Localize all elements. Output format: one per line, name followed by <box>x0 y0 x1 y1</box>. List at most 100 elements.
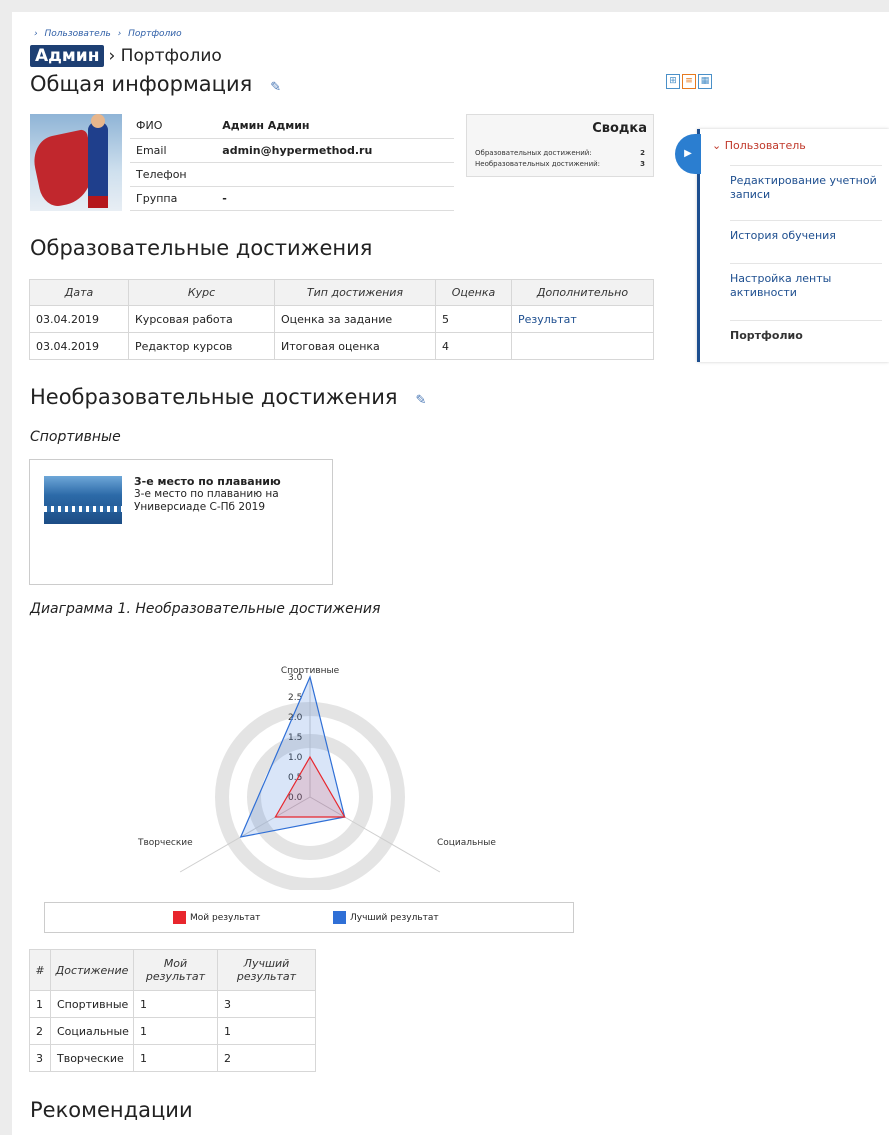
context-sidebar: ▶ ⌄ Пользователь Редактирование учетной … <box>675 129 889 362</box>
achievement-title: 3-е место по плаванию <box>134 475 281 488</box>
radar-category-label: Социальные <box>437 838 496 848</box>
cell: 1 <box>133 990 218 1018</box>
table-row: 1 Спортивные 1 3 <box>29 990 316 1018</box>
chart-legend: Мой результат Лучший результат <box>44 902 574 933</box>
recommendations-heading: Рекомендации <box>30 1098 193 1122</box>
summary-row: Необразовательных достижений: 3 <box>475 160 645 168</box>
info-row: ФИО Админ Админ <box>130 114 454 139</box>
cell: Курсовая работа <box>128 305 275 333</box>
legend-label-mine[interactable]: Мой результат <box>190 913 260 923</box>
info-row: Группа - <box>130 186 454 211</box>
col-course[interactable]: Курс <box>128 279 275 306</box>
breadcrumb-portfolio[interactable]: Портфолио <box>128 29 182 39</box>
chevron-down-icon: ⌄ <box>712 139 722 152</box>
cell: 5 <box>435 305 512 333</box>
col-mine: Мой результат <box>133 949 218 991</box>
info-row: Email admin@hypermethod.ru <box>130 138 454 163</box>
col-grade[interactable]: Оценка <box>435 279 512 306</box>
cell: 1 <box>133 1044 218 1072</box>
cell: 1 <box>29 990 51 1018</box>
diagram-caption: Диаграмма 1. Необразовательные достижени… <box>30 601 381 617</box>
title-separator: › <box>108 46 116 66</box>
info-value <box>216 162 454 187</box>
cell: 2 <box>217 1044 316 1072</box>
col-achievement: Достижение <box>50 949 134 991</box>
edu-heading: Образовательные достижения <box>30 236 373 260</box>
legend-swatch-best <box>333 911 346 924</box>
sidebar-item-edit-account[interactable]: Редактирование учетной записи <box>730 165 882 219</box>
cell: Итоговая оценка <box>274 332 436 360</box>
cell: 3 <box>29 1044 51 1072</box>
nonedu-title: Необразовательные достижения <box>30 385 398 409</box>
sidebar-item-portfolio[interactable]: Портфолио <box>730 320 882 360</box>
achievement-card[interactable]: 3-е место по плаванию 3-е место по плава… <box>29 459 333 585</box>
cell: 4 <box>435 332 512 360</box>
cell <box>511 332 654 360</box>
sidebar-item-history[interactable]: История обучения <box>730 220 882 262</box>
cell: Редактор курсов <box>128 332 275 360</box>
cell: Результат <box>511 305 654 333</box>
pencil-icon[interactable]: ✎ <box>270 80 281 95</box>
general-info-heading: Общая информация ✎ <box>30 72 281 96</box>
info-row: Телефон <box>130 162 454 187</box>
legend-label-best[interactable]: Лучший результат <box>350 913 439 923</box>
table-row: 03.04.2019 Редактор курсов Итоговая оцен… <box>29 332 654 360</box>
info-value: admin@hypermethod.ru <box>216 138 454 163</box>
cell: Спортивные <box>50 990 134 1018</box>
table-header: Дата Курс Тип достижения Оценка Дополнит… <box>29 279 654 306</box>
col-num: # <box>29 949 51 991</box>
info-value: Админ Админ <box>216 114 454 139</box>
sidebar-item-activity-feed[interactable]: Настройка ленты активности <box>730 263 882 319</box>
list-view-icon[interactable]: ≡ <box>682 74 696 89</box>
legend-swatch-mine <box>173 911 186 924</box>
result-link[interactable]: Результат <box>518 313 577 326</box>
radar-category-label: Творческие <box>137 838 193 848</box>
cell: Социальные <box>50 1017 134 1045</box>
info-label: Группа <box>130 186 217 211</box>
user-info-table: ФИО Админ Админ Email admin@hypermethod.ru… <box>130 114 454 211</box>
col-extra: Дополнительно <box>511 279 654 306</box>
cell: 2 <box>29 1017 51 1045</box>
cell: 1 <box>133 1017 218 1045</box>
radar-category-label: Спортивные <box>281 666 340 676</box>
summary-value: 2 <box>640 149 645 157</box>
breadcrumb: › Пользователь › Портфолио <box>34 29 186 39</box>
achievement-image <box>44 476 122 524</box>
tree-view-icon[interactable]: ⊞ <box>666 74 680 89</box>
sidebar-section-label: Пользователь <box>724 139 806 152</box>
cell: Оценка за задание <box>274 305 436 333</box>
results-table: # Достижение Мой результат Лучший резуль… <box>29 949 316 1072</box>
cell: 3 <box>217 990 316 1018</box>
summary-row: Образовательных достижений: 2 <box>475 149 645 157</box>
breadcrumb-sep: › <box>34 29 38 39</box>
info-label: ФИО <box>130 114 217 139</box>
sidebar-section[interactable]: ⌄ Пользователь <box>712 139 806 152</box>
window-left-border <box>0 0 12 1135</box>
page-title: Админ › Портфолио <box>30 45 222 67</box>
cell: 1 <box>217 1017 316 1045</box>
summary-value: 3 <box>640 160 645 168</box>
radar-chart: 0.00.51.01.52.02.53.0 СпортивныеСоциальн… <box>137 666 496 890</box>
title-page: Портфолио <box>120 46 222 66</box>
summary-label: Необразовательных достижений: <box>475 160 601 168</box>
breadcrumb-user[interactable]: Пользователь <box>44 29 110 39</box>
col-date[interactable]: Дата <box>29 279 129 306</box>
cell: 03.04.2019 <box>29 305 129 333</box>
edu-table: Дата Курс Тип достижения Оценка Дополнит… <box>29 279 654 360</box>
table-row: 03.04.2019 Курсовая работа Оценка за зад… <box>29 305 654 333</box>
avatar <box>30 114 122 211</box>
user-badge[interactable]: Админ <box>30 45 105 67</box>
category-heading: Спортивные <box>30 429 121 445</box>
pencil-icon[interactable]: ✎ <box>415 393 426 408</box>
view-switcher: ⊞ ≡ ▦ <box>666 74 712 89</box>
general-info-title: Общая информация <box>30 72 253 96</box>
sidebar-toggle-icon[interactable]: ▶ <box>675 134 701 174</box>
nonedu-heading: Необразовательные достижения ✎ <box>30 385 426 409</box>
col-type[interactable]: Тип достижения <box>274 279 436 306</box>
table-row: 3 Творческие 1 2 <box>29 1044 316 1072</box>
achievement-desc: 3-е место по плаванию на Универсиаде С-П… <box>134 488 279 513</box>
table-view-icon[interactable]: ▦ <box>698 74 712 89</box>
summary-label: Образовательных достижений: <box>475 149 592 157</box>
window-top-border <box>0 0 889 12</box>
info-value: - <box>216 186 454 211</box>
